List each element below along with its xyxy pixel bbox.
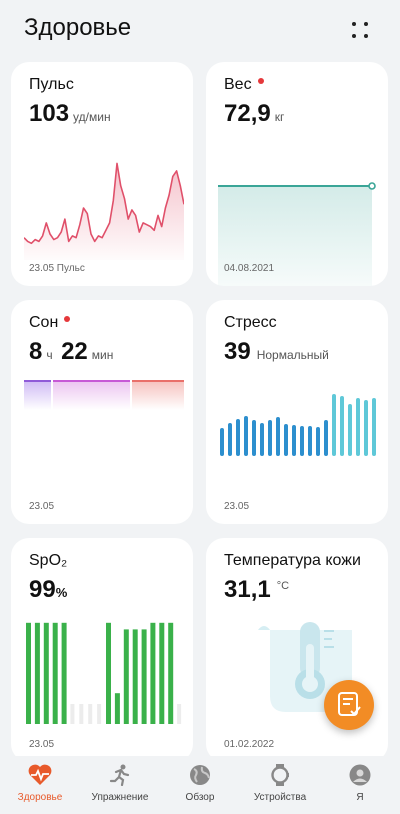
globe-icon <box>190 765 210 785</box>
pulse-area <box>24 163 184 260</box>
notification-dot <box>64 316 71 322</box>
temperature-footer: 01.02.2022 <box>224 739 275 750</box>
stress-bar <box>236 419 240 456</box>
stress-bar <box>268 420 272 456</box>
nav-item-exercise[interactable]: Упражнение <box>80 764 160 803</box>
card-title: Вес <box>224 76 252 93</box>
spo2-bar <box>34 622 40 724</box>
spo2-bar <box>61 622 67 724</box>
stress-bar <box>308 426 312 456</box>
stress-bar <box>332 394 336 456</box>
spo2-bar <box>159 622 165 724</box>
add-record-button[interactable] <box>324 680 374 730</box>
spo2-footer: 23.05 <box>29 739 55 750</box>
sleep-chart <box>24 380 184 410</box>
sleep-segment-rem <box>132 380 184 410</box>
weight-card[interactable]: Вес 72,9 кг 04.08.2021 <box>206 62 388 286</box>
app-header: Здоровье <box>0 0 400 60</box>
pulse-unit: уд/мин <box>73 110 111 124</box>
sleep-hours: 8 <box>29 338 43 365</box>
spo2-bar <box>123 629 129 724</box>
spo2-empty-bar <box>70 704 75 724</box>
stress-bar <box>348 404 352 456</box>
more-icon[interactable] <box>346 16 374 44</box>
temperature-unit: °C <box>276 580 290 592</box>
spo2-empty-bar <box>97 704 102 724</box>
note-edit-icon <box>338 692 361 716</box>
watch-icon <box>271 764 289 786</box>
card-title: Стресс <box>224 314 277 331</box>
spo2-empty-bar <box>79 704 84 724</box>
spo2-bar <box>132 629 138 724</box>
card-title: Сон <box>29 314 59 331</box>
spo2-bar <box>26 622 31 724</box>
card-title: Температура кожи <box>224 552 361 569</box>
sleep-card[interactable]: Сон 8ч 22 мин 23.05 <box>11 300 193 524</box>
pulse-card[interactable]: Пульс 103 уд/мин 23.05 Пульс <box>11 62 193 286</box>
spo2-bar <box>150 622 156 724</box>
sleep-segment-light <box>53 380 130 410</box>
weight-unit: кг <box>274 110 285 124</box>
nav-label: Упражнение <box>91 792 149 803</box>
spo2-bar <box>106 622 111 724</box>
pulse-value: 103 <box>29 100 70 127</box>
stress-bar <box>372 398 376 456</box>
bottom-navigation: Здоровье Упражнение Обзор Устройства Я <box>0 756 400 814</box>
stress-bar <box>228 423 232 456</box>
pulse-footer: 23.05 Пульс <box>29 263 85 274</box>
weight-point <box>368 182 376 190</box>
sleep-segment-deep <box>24 380 51 410</box>
sleep-minutes-unit: мин <box>91 348 114 362</box>
spo2-bar <box>168 622 174 724</box>
spo2-empty-bar <box>177 704 182 724</box>
weight-footer: 04.08.2021 <box>224 263 275 274</box>
spo2-bar <box>43 622 49 724</box>
spo2-bar <box>52 622 58 724</box>
spo2-bar <box>114 693 120 724</box>
stress-bar <box>260 423 264 456</box>
stress-bar <box>300 426 304 456</box>
stress-bar <box>276 417 280 456</box>
profile-icon <box>349 764 371 786</box>
pulse-chart <box>24 162 184 260</box>
nav-label: Устройства <box>253 792 307 803</box>
stress-bar <box>364 400 368 456</box>
stress-bar <box>356 398 360 456</box>
stress-bar <box>284 424 288 456</box>
nav-label: Я <box>356 792 364 803</box>
weight-value: 72,9 <box>224 100 271 127</box>
spo2-chart <box>26 622 182 724</box>
stress-card[interactable]: Стресс 39 Нормальный 23.05 <box>206 300 388 524</box>
stress-bar <box>340 396 344 456</box>
stress-chart <box>220 394 376 456</box>
stress-bar <box>252 420 256 456</box>
stress-bar <box>316 427 320 456</box>
nav-label: Обзор <box>185 792 215 803</box>
card-title: SpO₂ <box>29 552 68 569</box>
nav-item-overview[interactable]: Обзор <box>160 764 240 803</box>
stress-footer: 23.05 <box>224 501 250 512</box>
nav-item-devices[interactable]: Устройства <box>240 764 320 803</box>
sleep-minutes: 22 <box>61 338 88 365</box>
stress-bar <box>292 425 296 456</box>
stress-bar <box>220 428 224 456</box>
heart-pulse-icon <box>28 764 52 785</box>
temperature-value: 31,1 <box>224 576 271 603</box>
running-icon <box>109 764 130 786</box>
sleep-hours-unit: ч <box>46 348 53 362</box>
nav-label: Здоровье <box>17 792 63 803</box>
spo2-card[interactable]: SpO₂ 99% 23.05 <box>11 538 193 762</box>
card-title: Пульс <box>29 76 74 93</box>
sleep-footer: 23.05 <box>29 501 55 512</box>
nav-item-health[interactable]: Здоровье <box>0 764 80 803</box>
spo2-empty-bar <box>88 704 93 724</box>
nav-item-profile[interactable]: Я <box>320 764 400 803</box>
spo2-bar <box>141 629 147 724</box>
spo2-unit: % <box>55 585 68 600</box>
page-title: Здоровье <box>24 14 132 41</box>
spo2-value: 99 <box>29 576 56 603</box>
stress-bar <box>324 420 328 456</box>
stress-bar <box>244 416 248 456</box>
notification-dot <box>257 78 264 84</box>
